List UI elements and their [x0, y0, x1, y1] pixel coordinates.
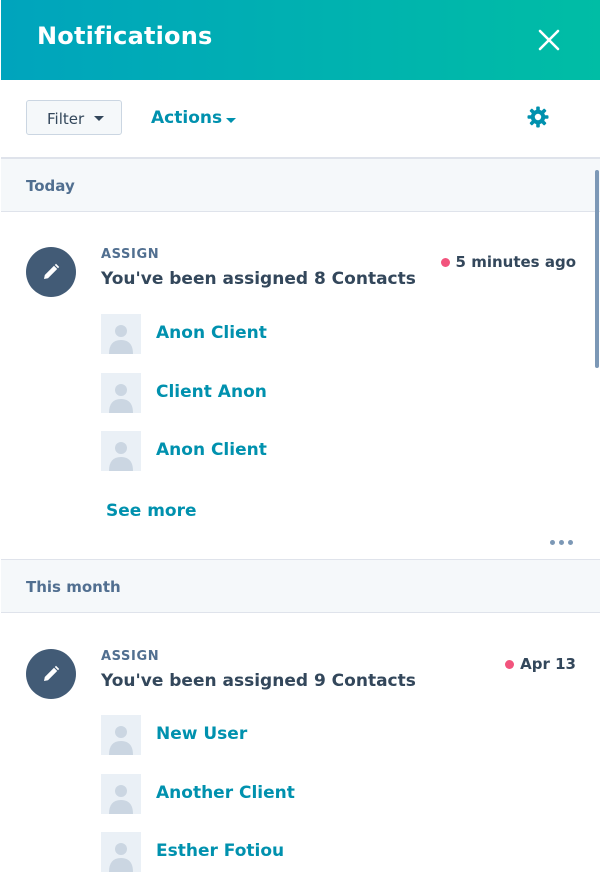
avatar: [26, 649, 76, 699]
settings-button[interactable]: [526, 105, 550, 129]
section-header-this-month: This month: [1, 559, 600, 613]
notification-title: You've been assigned 8 Contacts: [101, 269, 416, 289]
user-placeholder-icon: [109, 442, 133, 471]
time-label: 5 minutes ago: [455, 253, 576, 271]
user-placeholder-icon: [109, 384, 133, 413]
notifications-header: Notifications: [1, 0, 600, 80]
notification-item[interactable]: ASSIGN You've been assigned 9 Contacts A…: [1, 614, 600, 877]
close-button[interactable]: [531, 22, 567, 58]
notification-category: ASSIGN: [101, 247, 160, 262]
user-placeholder-icon: [109, 843, 133, 872]
see-more-link[interactable]: See more: [106, 501, 197, 521]
actions-label: Actions: [151, 108, 223, 128]
chevron-down-icon: [94, 116, 104, 121]
contact-name[interactable]: Anon Client: [156, 440, 267, 460]
notification-item[interactable]: ASSIGN You've been assigned 8 Contacts 5…: [1, 212, 600, 558]
contact-row[interactable]: Another Client: [101, 774, 401, 814]
contact-avatar: [101, 431, 141, 471]
notification-category: ASSIGN: [101, 649, 160, 664]
avatar: [26, 247, 76, 297]
user-placeholder-icon: [109, 785, 133, 814]
panel-title: Notifications: [37, 22, 213, 50]
contact-avatar: [101, 774, 141, 814]
more-options-icon[interactable]: [550, 530, 578, 545]
notification-time: 5 minutes ago: [440, 253, 576, 271]
contact-row[interactable]: Client Anon: [101, 373, 401, 413]
user-placeholder-icon: [109, 325, 133, 354]
user-placeholder-icon: [109, 726, 133, 755]
contact-row[interactable]: Anon Client: [101, 431, 401, 471]
notification-title: You've been assigned 9 Contacts: [101, 671, 416, 691]
contact-row[interactable]: New User: [101, 715, 401, 755]
actions-dropdown[interactable]: Actions: [151, 108, 236, 130]
gear-icon: [527, 106, 549, 128]
pencil-icon: [44, 665, 60, 681]
filter-label: Filter: [47, 110, 85, 128]
contact-name[interactable]: Anon Client: [156, 323, 267, 343]
section-label: Today: [26, 177, 75, 195]
toolbar: Filter Actions: [1, 80, 600, 158]
contact-name[interactable]: Client Anon: [156, 382, 267, 402]
unread-dot: [440, 257, 450, 267]
contact-row[interactable]: Esther Fotiou: [101, 832, 401, 872]
pencil-icon: [44, 263, 60, 279]
contact-name[interactable]: Another Client: [156, 783, 295, 803]
contact-name[interactable]: Esther Fotiou: [156, 841, 284, 861]
contact-avatar: [101, 715, 141, 755]
unread-dot: [505, 659, 515, 669]
notification-time: Apr 13: [505, 655, 576, 673]
time-label: Apr 13: [520, 655, 576, 673]
contact-avatar: [101, 832, 141, 872]
chevron-down-icon: [226, 118, 236, 123]
scrollbar[interactable]: [595, 170, 599, 368]
close-icon: [538, 29, 560, 51]
contact-avatar: [101, 373, 141, 413]
contact-name[interactable]: New User: [156, 724, 247, 744]
contact-row[interactable]: Anon Client: [101, 314, 401, 354]
section-label: This month: [26, 578, 121, 596]
filter-button[interactable]: Filter: [26, 100, 122, 135]
section-header-today: Today: [1, 158, 600, 212]
contact-avatar: [101, 314, 141, 354]
